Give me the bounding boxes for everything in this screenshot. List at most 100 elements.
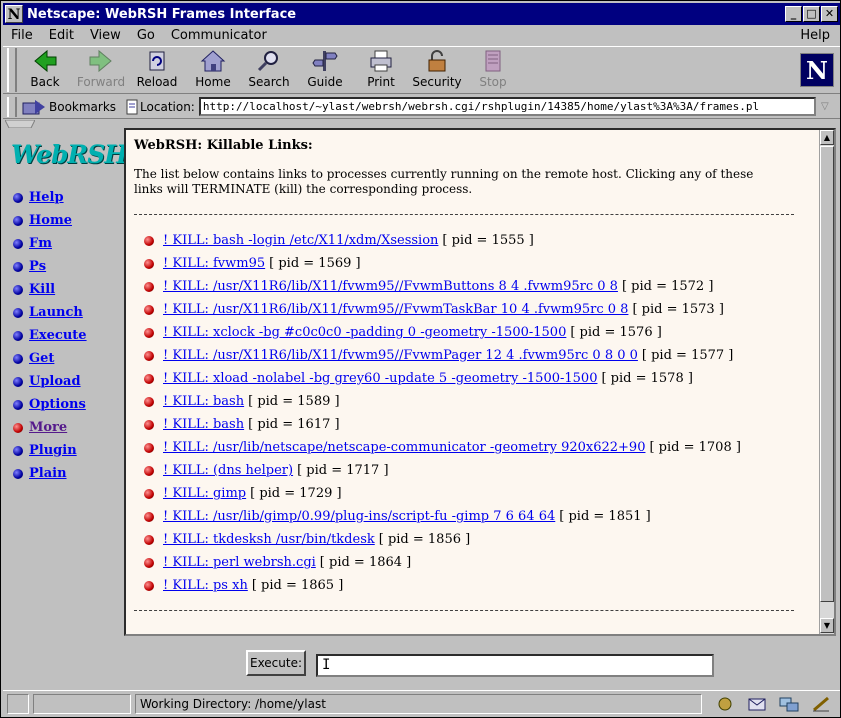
sidebar-link-ps[interactable]: Ps (29, 259, 52, 274)
sidebar-item-execute[interactable]: Execute (13, 324, 93, 347)
process-row: ! KILL: /usr/X11R6/lib/X11/fvwm95//FvwmT… (144, 298, 814, 321)
sidebar-link-execute[interactable]: Execute (29, 328, 93, 343)
forward-button[interactable]: Forward (73, 47, 129, 93)
sidebar-item-fm[interactable]: Fm (13, 232, 93, 255)
kill-link[interactable]: ! KILL: perl webrsh.cgi (163, 555, 316, 570)
discussions-icon[interactable] (778, 695, 802, 713)
scrollbar-thumb[interactable] (820, 146, 834, 602)
reload-button[interactable]: Reload (129, 47, 185, 93)
menu-edit[interactable]: Edit (41, 28, 82, 43)
main-frame: WebRSH: Killable Links: The list below c… (124, 128, 836, 636)
pid-text: [ pid = 1617 ] (248, 417, 340, 432)
security-status-icon[interactable] (7, 693, 29, 714)
sidebar-link-get[interactable]: Get (29, 351, 60, 366)
kill-link[interactable]: ! KILL: bash -login /etc/X11/xdm/Xsessio… (163, 233, 438, 248)
maximize-button[interactable]: □ (803, 6, 820, 22)
url-input[interactable]: http://localhost/~ylast/webrsh/webrsh.cg… (198, 97, 816, 116)
menu-view[interactable]: View (82, 28, 129, 43)
scroll-down-icon[interactable]: ▼ (820, 618, 834, 633)
composer-icon[interactable] (810, 695, 834, 713)
kill-link[interactable]: ! KILL: /usr/X11R6/lib/X11/fvwm95//FvwmP… (163, 348, 638, 363)
toolbar-collapse-tab-icon[interactable] (5, 120, 35, 128)
sidebar-link-home[interactable]: Home (29, 213, 78, 228)
page-proxy-icon[interactable] (124, 98, 140, 116)
back-button[interactable]: Back (17, 47, 73, 93)
forward-label: Forward (76, 75, 126, 89)
pid-text: [ pid = 1555 ] (442, 233, 534, 248)
sidebar-item-launch[interactable]: Launch (13, 301, 93, 324)
kill-link[interactable]: ! KILL: /usr/lib/gimp/0.99/plug-ins/scri… (163, 509, 555, 524)
bullet-icon (13, 468, 23, 479)
bullet-icon (13, 238, 23, 249)
sidebar-item-plain[interactable]: Plain (13, 462, 93, 485)
command-input[interactable]: I (316, 654, 714, 677)
sidebar-item-ps[interactable]: Ps (13, 255, 93, 278)
kill-link[interactable]: ! KILL: xload -nolabel -bg grey60 -updat… (163, 371, 597, 386)
kill-link[interactable]: ! KILL: fvwm95 (163, 256, 265, 271)
menu-go[interactable]: Go (129, 28, 163, 43)
kill-link[interactable]: ! KILL: (dns helper) (163, 463, 293, 478)
bookmarks-button[interactable]: Bookmarks (21, 98, 116, 116)
sidebar-link-upload[interactable]: Upload (29, 374, 87, 389)
vertical-scrollbar[interactable]: ▲ ▼ (819, 130, 834, 634)
guide-label: Guide (307, 75, 343, 89)
status-bar: Working Directory: /home/ylast (3, 690, 840, 716)
sidebar-item-more[interactable]: More (13, 416, 93, 439)
toolbar-grip[interactable] (7, 48, 17, 92)
kill-link[interactable]: ! KILL: /usr/lib/netscape/netscape-commu… (163, 440, 645, 455)
print-button[interactable]: Print (353, 47, 409, 93)
sidebar-item-plugin[interactable]: Plugin (13, 439, 93, 462)
location-grip[interactable] (7, 96, 17, 117)
home-button[interactable]: Home (185, 47, 241, 93)
kill-link[interactable]: ! KILL: gimp (163, 486, 246, 501)
sidebar-link-options[interactable]: Options (29, 397, 92, 412)
kill-link[interactable]: ! KILL: /usr/X11R6/lib/X11/fvwm95//FvwmB… (163, 279, 618, 294)
execute-button[interactable]: Execute: (246, 650, 306, 676)
bullet-icon (144, 534, 154, 545)
kill-link[interactable]: ! KILL: bash (163, 394, 244, 409)
sidebar-link-plugin[interactable]: Plugin (29, 443, 83, 458)
stop-button[interactable]: Stop (465, 47, 521, 93)
sidebar-link-plain[interactable]: Plain (29, 466, 73, 481)
back-arrow-icon (34, 49, 57, 73)
minimize-button[interactable]: _ (785, 6, 802, 22)
menu-help[interactable]: Help (792, 28, 840, 43)
search-button[interactable]: Search (241, 47, 297, 93)
page-title: WebRSH: Killable Links: (134, 138, 313, 153)
kill-link[interactable]: ! KILL: tkdesksh /usr/bin/tkdesk (163, 532, 375, 547)
sidebar-link-kill[interactable]: Kill (29, 282, 61, 297)
menu-file[interactable]: File (3, 28, 41, 43)
sidebar-item-home[interactable]: Home (13, 209, 93, 232)
close-button[interactable]: ✕ (821, 6, 838, 22)
stop-label: Stop (479, 75, 507, 89)
process-row: ! KILL: bash [ pid = 1589 ] (144, 390, 814, 413)
sidebar-item-help[interactable]: Help (13, 186, 93, 209)
security-button[interactable]: Security (409, 47, 465, 93)
intro-text: The list below contains links to process… (134, 167, 754, 196)
sidebar-link-help[interactable]: Help (29, 190, 70, 205)
url-dropdown-icon[interactable]: ▽ (818, 97, 832, 116)
netscape-throbber-icon[interactable]: N (800, 53, 834, 87)
guide-button[interactable]: Guide (297, 47, 353, 93)
sidebar-link-more[interactable]: More (29, 420, 73, 435)
kill-link[interactable]: ! KILL: xclock -bg #c0c0c0 -padding 0 -g… (163, 325, 566, 340)
kill-link[interactable]: ! KILL: /usr/X11R6/lib/X11/fvwm95//FvwmT… (163, 302, 628, 317)
sidebar-item-get[interactable]: Get (13, 347, 93, 370)
sidebar-item-kill[interactable]: Kill (13, 278, 93, 301)
bullet-icon (13, 307, 23, 318)
sidebar-link-fm[interactable]: Fm (29, 236, 58, 251)
print-label: Print (367, 75, 395, 89)
kill-link[interactable]: ! KILL: bash (163, 417, 244, 432)
navigator-icon[interactable] (714, 695, 738, 713)
scroll-up-icon[interactable]: ▲ (820, 130, 834, 145)
sidebar-item-options[interactable]: Options (13, 393, 93, 416)
mail-icon[interactable] (746, 695, 770, 713)
sidebar-nav: Help Home Fm Ps Kill Launch Execute Get … (13, 186, 93, 485)
menu-communicator[interactable]: Communicator (163, 28, 275, 43)
kill-link[interactable]: ! KILL: ps xh (163, 578, 248, 593)
sidebar-item-upload[interactable]: Upload (13, 370, 93, 393)
bookmarks-label: Bookmarks (49, 99, 117, 114)
bullet-icon (144, 327, 154, 338)
bullet-icon (13, 330, 23, 341)
sidebar-link-launch[interactable]: Launch (29, 305, 89, 320)
